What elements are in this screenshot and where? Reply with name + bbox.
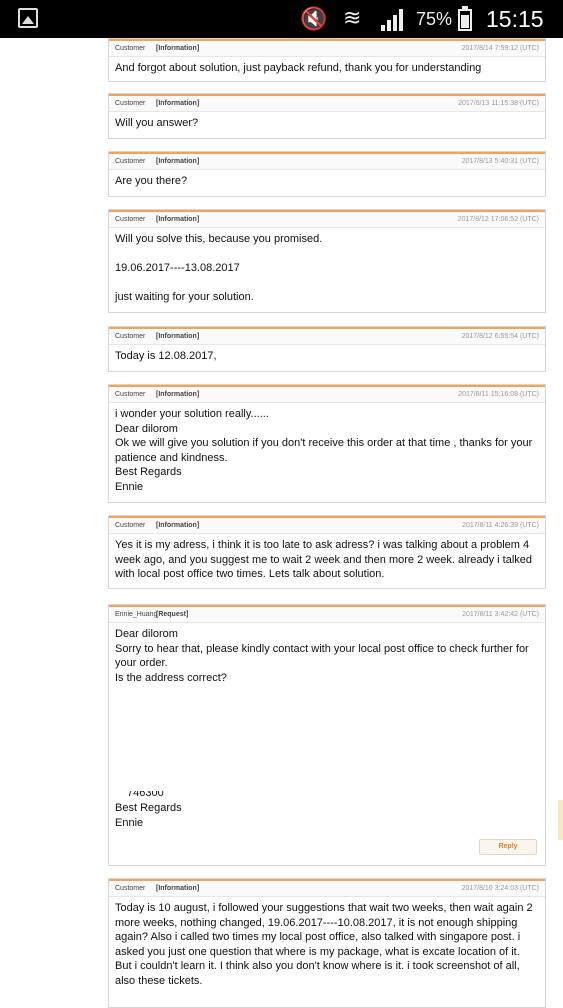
message-date: 2017/8/10 3:24:03 (UTC): [461, 885, 539, 892]
message-header: Customer [Information] 2017/8/13 11:15:3…: [109, 94, 545, 112]
message-date: 2017/8/12 17:06:52 (UTC): [457, 216, 539, 223]
message-date: 2017/8/12 6:55:54 (UTC): [461, 333, 539, 340]
message-body: Today is 10 august, i followed your sugg…: [115, 902, 533, 987]
message-header: Customer [Information] 2017/8/11 15:16:0…: [109, 385, 545, 403]
message-closing: Best Regards Ennie: [115, 802, 182, 829]
message-card: Ennie_Huang [Request] 2017/8/11 3:42:42 …: [108, 604, 546, 866]
message-card: Customer [Information] 2017/8/11 4:26:39…: [108, 515, 546, 589]
message-type: [Information]: [156, 216, 200, 223]
message-type: [Information]: [156, 391, 200, 398]
message-author: Ennie_Huang: [115, 611, 158, 618]
message-body: i wonder your solution really...... Dear…: [115, 408, 533, 493]
message-body: Are you there?: [115, 175, 188, 187]
message-date: 2017/8/11 15:16:08 (UTC): [458, 391, 539, 398]
message-author: Customer: [115, 100, 146, 107]
message-author: Customer: [115, 158, 146, 165]
message-type: [Information]: [156, 522, 200, 529]
gallery-icon: [18, 8, 38, 28]
message-body: Will you answer?: [115, 117, 199, 129]
message-type: [Information]: [156, 45, 200, 52]
message-header: Customer [Information] 2017/8/10 3:24:03…: [109, 879, 545, 897]
reply-button[interactable]: Reply: [479, 839, 537, 855]
message-date: 2017/8/13 5:40:31 (UTC): [461, 158, 539, 165]
message-card: Customer [Information] 2017/8/12 6:55:54…: [108, 326, 546, 372]
message-body: Today is 12.08.2017,: [115, 350, 217, 362]
signal-icon: [381, 7, 407, 31]
message-header: Ennie_Huang [Request] 2017/8/11 3:42:42 …: [109, 605, 545, 623]
message-date: 2017/8/14 7:59:12 (UTC): [461, 45, 539, 52]
message-card: Customer [Information] 2017/8/13 5:40:31…: [108, 151, 546, 197]
message-body: Will you solve this, because you promise…: [115, 233, 323, 303]
message-card: Customer [Information] 2017/8/10 3:24:03…: [108, 878, 546, 1008]
message-author: Customer: [115, 391, 146, 398]
message-type: [Information]: [156, 885, 200, 892]
message-date: 2017/8/11 3:42:42 (UTC): [462, 611, 539, 618]
message-header: Customer [Information] 2017/8/12 17:06:5…: [109, 210, 545, 228]
message-type: [Information]: [156, 100, 200, 107]
mute-icon: 🔇: [300, 6, 328, 31]
message-date: 2017/8/11 4:26:39 (UTC): [462, 522, 539, 529]
message-card: Customer [Information] 2017/8/14 7:59:12…: [108, 38, 546, 82]
message-author: Customer: [115, 45, 146, 52]
message-card: Customer [Information] 2017/8/11 15:16:0…: [108, 384, 546, 503]
battery-icon: [458, 6, 472, 31]
message-card: Customer [Information] 2017/8/13 11:15:3…: [108, 93, 546, 139]
message-header: Customer [Information] 2017/8/14 7:59:12…: [109, 39, 545, 57]
status-bar: 🔇 ≋ 75% 15:15: [0, 0, 563, 38]
message-header: Customer [Information] 2017/8/12 6:55:54…: [109, 327, 545, 345]
clock: 15:15: [486, 6, 544, 32]
message-body: Yes it is my adress, i think it is too l…: [115, 539, 533, 580]
message-body: Dear dilorom Sorry to hear that, please …: [115, 628, 529, 684]
cropped-text: 746300: [127, 791, 164, 798]
message-type: [Information]: [156, 158, 200, 165]
message-body: And forgot about solution, just payback …: [115, 62, 482, 74]
message-type: [Request]: [156, 611, 189, 618]
message-type: [Information]: [156, 333, 200, 340]
message-header: Customer [Information] 2017/8/13 5:40:31…: [109, 152, 545, 170]
message-author: Customer: [115, 216, 146, 223]
message-author: Customer: [115, 885, 146, 892]
message-author: Customer: [115, 333, 146, 340]
message-header: Customer [Information] 2017/8/11 4:26:39…: [109, 516, 545, 534]
wifi-icon: ≋: [343, 5, 362, 30]
message-author: Customer: [115, 522, 146, 529]
message-card: Customer [Information] 2017/8/12 17:06:5…: [108, 209, 546, 313]
battery-percent: 75%: [416, 9, 453, 29]
message-date: 2017/8/13 11:15:38 (UTC): [458, 100, 539, 107]
scroll-indicator[interactable]: [558, 800, 563, 840]
